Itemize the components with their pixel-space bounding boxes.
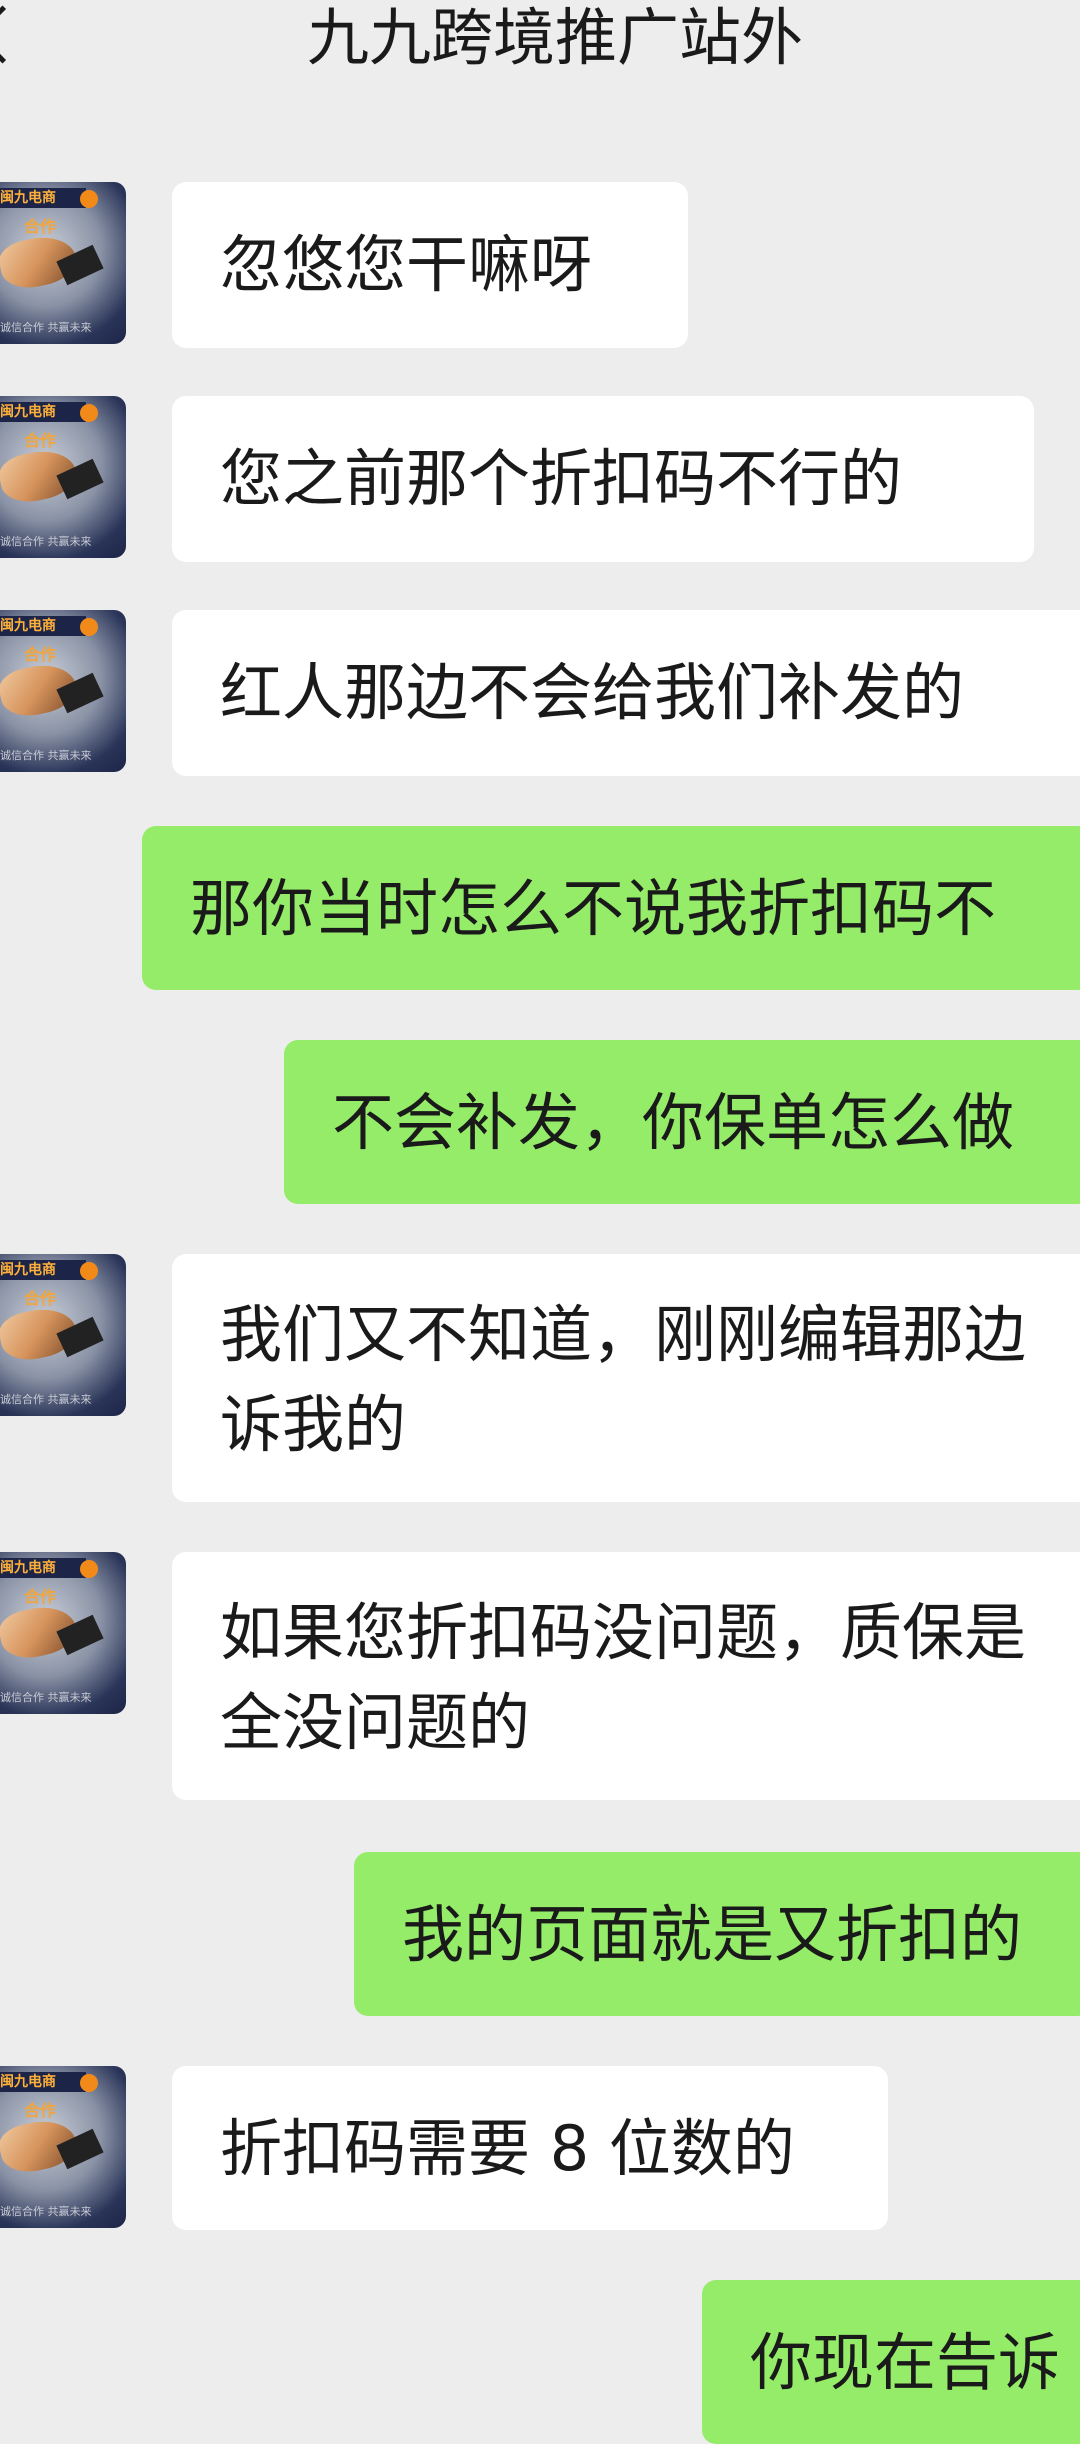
message-text: 折扣码需要 8 位数的 (220, 2112, 795, 2185)
avatar-bottom-text: 诚信合作 共赢未来 (0, 535, 92, 548)
avatar-bottom-text: 诚信合作 共赢未来 (0, 1691, 92, 1704)
message-row: 我的页面就是又折扣的 (0, 1852, 1080, 2018)
message-bubble-sent[interactable]: 你现在告诉 (702, 2280, 1080, 2444)
avatar-badge-icon (80, 1262, 98, 1280)
avatar-badge-icon (80, 404, 98, 422)
avatar-brand-text: 闽九电商 (0, 1558, 86, 1578)
contact-avatar[interactable]: 闽九电商 合作 诚信合作 共赢未来 (0, 396, 126, 558)
contact-avatar[interactable]: 闽九电商 合作 诚信合作 共赢未来 (0, 1552, 126, 1714)
avatar-bottom-text: 诚信合作 共赢未来 (0, 2205, 92, 2218)
avatar-badge-icon (80, 618, 98, 636)
avatar-brand-text: 闽九电商 (0, 616, 86, 636)
message-bubble-received[interactable]: 如果您折扣码没问题，质保是 全没问题的 (172, 1552, 1080, 1800)
message-text-line: 诉我的 (220, 1388, 407, 1461)
message-bubble-sent[interactable]: 我的页面就是又折扣的 (354, 1852, 1080, 2016)
message-text: 不会补发，你保单怎么做 (332, 1086, 1015, 1159)
message-text: 我的页面就是又折扣的 (402, 1898, 1023, 1971)
contact-avatar[interactable]: 闽九电商 合作 诚信合作 共赢未来 (0, 1254, 126, 1416)
chat-header: 九九跨境推广站外 (0, 0, 1080, 82)
message-bubble-sent[interactable]: 不会补发，你保单怎么做 (284, 1040, 1080, 1204)
message-text-line: 如果您折扣码没问题，质保是 (220, 1596, 1027, 1669)
avatar-badge-icon (80, 1560, 98, 1578)
message-text: 红人那边不会给我们补发的 (220, 656, 965, 729)
message-text: 你现在告诉 (750, 2326, 1061, 2399)
avatar-brand-text: 闽九电商 (0, 2072, 86, 2092)
contact-avatar[interactable]: 闽九电商 合作 诚信合作 共赢未来 (0, 182, 126, 344)
message-text-line: 我们又不知道，刚刚编辑那边 (220, 1298, 1027, 1371)
message-bubble-received[interactable]: 折扣码需要 8 位数的 (172, 2066, 888, 2230)
message-row: 那你当时怎么不说我折扣码不 (0, 826, 1080, 992)
message-row: 闽九电商 合作 诚信合作 共赢未来 折扣码需要 8 位数的 (0, 2066, 1080, 2232)
message-text: 忽悠您干嘛呀 (220, 228, 593, 301)
message-text: 您之前那个折扣码不行的 (220, 442, 903, 515)
contact-avatar[interactable]: 闽九电商 合作 诚信合作 共赢未来 (0, 2066, 126, 2228)
avatar-brand-text: 闽九电商 (0, 1260, 86, 1280)
avatar-bottom-text: 诚信合作 共赢未来 (0, 321, 92, 334)
message-bubble-received[interactable]: 忽悠您干嘛呀 (172, 182, 688, 348)
message-bubble-received[interactable]: 红人那边不会给我们补发的 (172, 610, 1080, 776)
message-bubble-sent[interactable]: 那你当时怎么不说我折扣码不 (142, 826, 1080, 990)
message-row: 闽九电商 合作 诚信合作 共赢未来 忽悠您干嘛呀 (0, 182, 1080, 348)
message-text: 那你当时怎么不说我折扣码不 (190, 872, 997, 945)
contact-avatar[interactable]: 闽九电商 合作 诚信合作 共赢未来 (0, 610, 126, 772)
chat-title: 九九跨境推广站外 (306, 1, 803, 74)
message-row: 闽九电商 合作 诚信合作 共赢未来 如果您折扣码没问题，质保是 全没问题的 (0, 1552, 1080, 1800)
message-row: 闽九电商 合作 诚信合作 共赢未来 红人那边不会给我们补发的 (0, 610, 1080, 776)
message-bubble-received[interactable]: 我们又不知道，刚刚编辑那边 诉我的 (172, 1254, 1080, 1502)
message-row: 不会补发，你保单怎么做 (0, 1040, 1080, 1206)
avatar-brand-text: 闽九电商 (0, 402, 86, 422)
message-row: 闽九电商 合作 诚信合作 共赢未来 您之前那个折扣码不行的 (0, 396, 1080, 562)
message-row: 你现在告诉 (0, 2280, 1080, 2444)
avatar-brand-text: 闽九电商 (0, 188, 86, 208)
message-bubble-received[interactable]: 您之前那个折扣码不行的 (172, 396, 1034, 562)
avatar-badge-icon (80, 2074, 98, 2092)
message-text-line: 全没问题的 (220, 1686, 531, 1759)
avatar-bottom-text: 诚信合作 共赢未来 (0, 1393, 92, 1406)
avatar-badge-icon (80, 190, 98, 208)
avatar-bottom-text: 诚信合作 共赢未来 (0, 749, 92, 762)
message-row: 闽九电商 合作 诚信合作 共赢未来 我们又不知道，刚刚编辑那边 诉我的 (0, 1254, 1080, 1502)
